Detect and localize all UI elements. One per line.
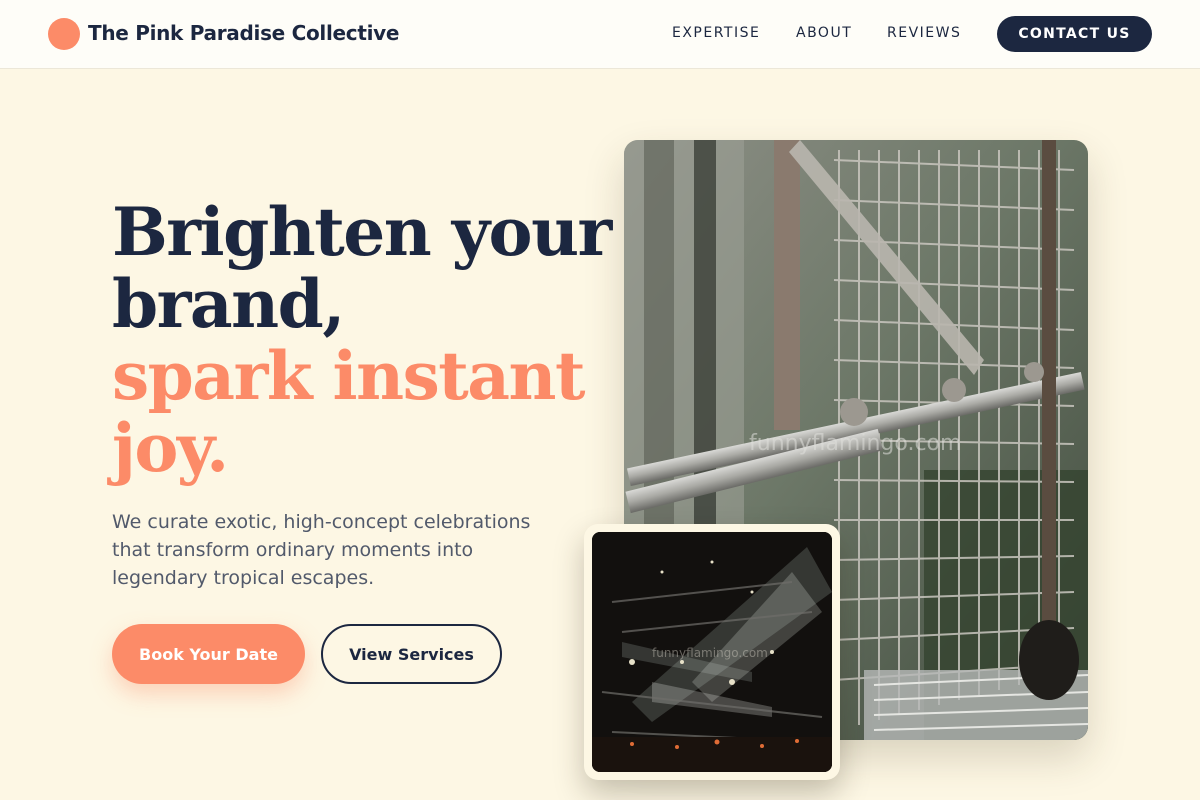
view-services-button[interactable]: View Services xyxy=(321,624,502,684)
nav-expertise[interactable]: EXPERTISE xyxy=(672,25,760,41)
brand-name[interactable]: The Pink Paradise Collective xyxy=(88,21,399,45)
headline-accent-line-1: spark instant xyxy=(112,337,586,415)
headline-line-2: brand, xyxy=(112,265,345,343)
hero-subtitle: We curate exotic, high-concept celebrati… xyxy=(112,511,531,589)
hero-inset-image: funnyflamingo.com xyxy=(592,532,832,772)
site-header: The Pink Paradise Collective EXPERTISE A… xyxy=(0,0,1200,69)
nav-reviews[interactable]: REVIEWS xyxy=(887,25,961,41)
hero-inset-image-frame: funnyflamingo.com xyxy=(584,524,840,780)
headline-accent-line-2: joy. xyxy=(112,409,229,487)
main-image-watermark: funnyflamingo.com xyxy=(749,431,961,456)
inset-image-watermark: funnyflamingo.com xyxy=(652,646,768,660)
hero-headline: Brighten your brand, spark instant joy. xyxy=(112,196,612,484)
contact-us-button[interactable]: CONTACT US xyxy=(997,16,1152,52)
headline-line-1: Brighten your xyxy=(112,193,612,271)
nav-about[interactable]: ABOUT xyxy=(796,25,852,41)
brand-logo-icon[interactable] xyxy=(48,18,80,50)
book-your-date-button[interactable]: Book Your Date xyxy=(112,624,305,684)
